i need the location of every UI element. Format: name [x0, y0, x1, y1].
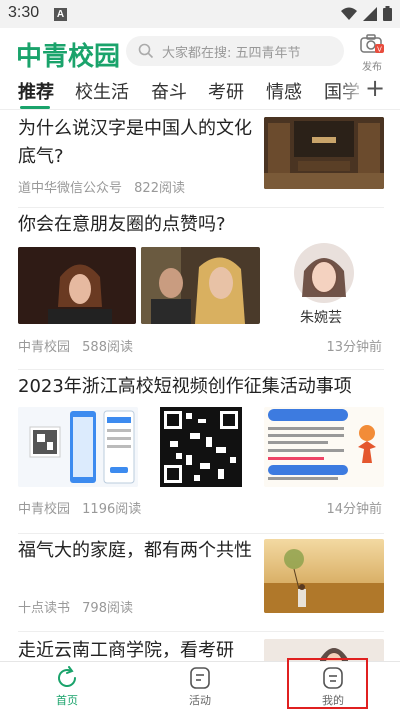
qr-code-image: [146, 407, 256, 487]
tab-emotion[interactable]: 情感: [266, 78, 302, 104]
status-bar: 3:30 A: [0, 0, 400, 28]
highlight-box: [287, 658, 368, 709]
article-time: 14分钟前: [326, 502, 382, 517]
nav-home-label: 首页: [56, 694, 78, 707]
article-source: 中青校园: [18, 502, 71, 517]
active-tab-indicator: [20, 106, 50, 109]
article-title: 福气大的家庭，都有两个共性: [18, 540, 252, 561]
app-logo: 中青校园: [16, 42, 121, 72]
event-poster-image: [264, 407, 384, 487]
divider: [18, 369, 384, 370]
status-icons: [341, 6, 392, 21]
publish-button[interactable]: V 发布: [358, 34, 386, 74]
article-thumbnail[interactable]: [18, 247, 136, 324]
camera-icon: V: [360, 34, 384, 54]
signal-icon: [363, 6, 377, 21]
divider: [18, 631, 384, 632]
article-reads: 822阅读: [134, 181, 185, 196]
publish-badge: V: [377, 47, 382, 54]
category-tabs: 推荐 校生活 奋斗 考研 情感 国学 +: [0, 74, 400, 110]
search-icon: [138, 43, 154, 59]
article-title: 为什么说汉字是中国人的文化底气?: [18, 118, 252, 167]
video-still-image: [141, 247, 260, 324]
article-reads: 1196阅读: [82, 502, 142, 517]
article-thumbnail[interactable]: [18, 407, 138, 487]
nav-home[interactable]: 首页: [27, 666, 107, 708]
article-feed: 为什么说汉字是中国人的文化底气? 道中华微信公众号 822阅读 你会在意朋友圈的…: [0, 111, 400, 661]
status-time: 3:30: [8, 4, 40, 21]
battery-icon: [383, 6, 392, 21]
article-reads: 798阅读: [82, 601, 133, 616]
video-still-image: [18, 247, 136, 324]
nav-activity[interactable]: 活动: [160, 666, 240, 708]
notification-icon: A: [54, 8, 67, 21]
article-title: 2023年浙江高校短视频创作征集活动事项: [18, 376, 352, 397]
add-tab-button[interactable]: +: [362, 74, 388, 102]
article-reads: 588阅读: [82, 340, 133, 355]
refresh-icon: [58, 666, 76, 687]
article-source: 中青校园: [18, 340, 71, 355]
wifi-icon: [341, 7, 357, 20]
article-thumbnail[interactable]: [264, 407, 384, 487]
note-icon: [190, 667, 210, 689]
search-placeholder: 大家都在搜: 五四青年节: [162, 46, 301, 61]
divider: [18, 207, 384, 208]
tab-kaoyan[interactable]: 考研: [208, 78, 244, 104]
field-girl-image: [264, 539, 384, 613]
signature-text: 朱婉芸: [300, 310, 342, 326]
divider: [18, 533, 384, 534]
article-title: 走近云南工商学院，看考研: [18, 640, 234, 661]
nav-activity-label: 活动: [189, 694, 211, 707]
qr-poster-image: [18, 407, 138, 487]
tab-striving[interactable]: 奋斗: [151, 78, 187, 104]
search-bar[interactable]: 大家都在搜: 五四青年节: [126, 36, 344, 66]
article-source: 十点读书: [18, 601, 71, 616]
article-time: 13分钟前: [326, 340, 382, 355]
article-thumbnail[interactable]: [264, 539, 384, 613]
article-thumbnail[interactable]: [264, 117, 384, 189]
publish-label: 发布: [362, 62, 382, 73]
tab-campus-life[interactable]: 校生活: [75, 78, 129, 104]
app-header: 中青校园 大家都在搜: 五四青年节 V 发布: [0, 28, 400, 74]
article-thumbnail[interactable]: [146, 407, 256, 487]
article-title: 你会在意朋友圈的点赞吗?: [18, 214, 226, 235]
article-thumbnail[interactable]: [141, 247, 260, 324]
article-source: 道中华微信公众号: [18, 181, 123, 196]
tab-recommend[interactable]: 推荐: [18, 78, 54, 104]
article-thumbnail[interactable]: 朱婉芸: [264, 243, 384, 329]
library-image: [264, 117, 384, 189]
